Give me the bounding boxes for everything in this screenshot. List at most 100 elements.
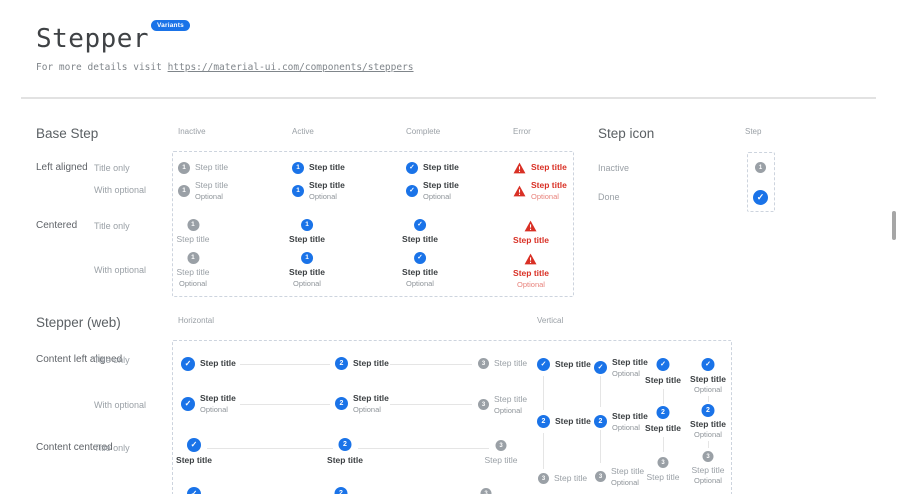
step-item: 1 Step title Optional: [289, 252, 325, 288]
number-step-icon: 1: [178, 185, 190, 197]
step-title: Step title: [690, 420, 726, 430]
step-title: Step title: [353, 394, 389, 404]
number-step-icon: 2: [537, 415, 550, 428]
column-label-horizontal: Horizontal: [178, 317, 214, 325]
step-optional: Optional: [612, 369, 648, 378]
warning-icon: [525, 220, 538, 232]
check-step-icon: ✓: [406, 185, 418, 197]
step-title: Step title: [200, 359, 236, 369]
scrollbar-thumb[interactable]: [892, 211, 896, 240]
variant-label-title-only: Title only: [94, 444, 130, 453]
step-title: Step title: [612, 358, 648, 368]
check-step-icon: ✓: [537, 358, 550, 371]
group-label-centered: Centered: [36, 221, 77, 231]
step-title: Step title: [646, 473, 679, 483]
step-item: 2 Step title Optional: [594, 412, 648, 432]
step-title: Step title: [402, 268, 438, 278]
step-connector: [390, 404, 472, 405]
number-step-icon: 1: [301, 219, 313, 231]
step-optional: Optional: [694, 385, 722, 394]
step-optional: Optional: [694, 476, 722, 485]
subtitle: For more details visit https://material-…: [36, 62, 414, 73]
step-optional: Optional: [406, 279, 434, 288]
stepper-spec-page: Stepper Variants For more details visit …: [0, 0, 900, 494]
number-step-icon: 3: [658, 457, 669, 468]
number-step-icon: 3: [478, 399, 489, 410]
subtitle-link[interactable]: https://material-ui.com/components/stepp…: [168, 62, 414, 73]
step-title: Step title: [309, 163, 345, 173]
step-title: Step title: [327, 456, 363, 466]
step-item: ✓ Step title: [402, 219, 438, 245]
step-item: 3 Step title: [478, 358, 527, 369]
step-connector: [600, 376, 601, 407]
step-title: Step title: [691, 466, 724, 476]
number-step-icon: 1: [292, 162, 304, 174]
column-label-complete: Complete: [406, 128, 440, 136]
step-title: Step title: [645, 376, 681, 386]
step-title: Step title: [531, 163, 567, 173]
step-title: Step title: [353, 359, 389, 369]
step-item: 1 Step title: [178, 162, 228, 174]
column-label-inactive: Inactive: [178, 128, 206, 136]
step-item: ✓ Step title Optional: [181, 394, 236, 414]
step-title: Step title: [611, 467, 644, 477]
step-item: 2 Step title: [335, 357, 389, 370]
step-optional: Optional: [531, 192, 567, 201]
step-title: Step title: [690, 375, 726, 385]
number-step-icon: 3: [538, 473, 549, 484]
step-connector: [543, 376, 544, 410]
variant-label-title-only: Title only: [94, 222, 130, 231]
step-title: Step title: [513, 236, 549, 246]
variant-label-with-optional: With optional: [94, 186, 146, 195]
step-item: ✓ Step title: [406, 162, 459, 174]
section-heading-stepper-web: Stepper (web): [36, 315, 121, 330]
step-connector: [358, 448, 489, 449]
step-title: Step title: [494, 395, 527, 405]
step-optional: Optional: [694, 430, 722, 439]
step-connector: [663, 437, 664, 452]
page-title: Stepper: [36, 24, 149, 54]
check-step-icon: ✓: [702, 358, 715, 371]
column-label-step: Step: [745, 128, 761, 136]
step-item: 2 Step title Optional: [335, 394, 389, 414]
step-item: ✓ Step title Optional: [402, 252, 438, 288]
check-step-icon: ✓: [657, 358, 670, 371]
step-optional: Optional: [517, 280, 545, 289]
step-connector: [663, 389, 664, 404]
step-title: Step title: [176, 268, 209, 278]
check-step-icon: ✓: [187, 438, 201, 452]
step-item: 3 Step title Optional: [595, 467, 644, 487]
step-title: Step title: [484, 456, 517, 466]
number-step-icon: 2: [335, 357, 348, 370]
step-connector: [708, 441, 709, 448]
step-optional: Optional: [611, 478, 644, 487]
group-label-left-aligned: Left aligned: [36, 163, 88, 173]
number-step-icon: 2: [657, 406, 670, 419]
step-title: Step title: [555, 360, 591, 370]
check-step-icon: ✓: [594, 361, 607, 374]
step-title: Step title: [555, 417, 591, 427]
variant-label-title-only: Title only: [94, 164, 130, 173]
step-title: Step title: [195, 181, 228, 191]
step-optional: Optional: [494, 406, 527, 415]
step-connector: [240, 404, 330, 405]
step-title: Step title: [612, 412, 648, 422]
column-label-error: Error: [513, 128, 531, 136]
step-title: Step title: [309, 181, 345, 191]
step-item: 1 Step title Optional: [292, 181, 345, 201]
step-item: Step title Optional: [513, 181, 567, 201]
step-optional: Optional: [195, 192, 228, 201]
number-step-icon: 1: [755, 162, 766, 173]
step-item: ✓ Step title Optional: [594, 358, 648, 378]
step-connector: [390, 364, 472, 365]
step-title: Step title: [423, 163, 459, 173]
step-item: 1 Step title: [176, 219, 209, 245]
step-title: Step title: [494, 359, 527, 369]
number-step-icon: 1: [187, 252, 199, 264]
step-item: 1 Step title: [292, 162, 345, 174]
step-optional: Optional: [179, 279, 207, 288]
step-item: Step title Optional: [513, 253, 549, 289]
check-step-icon: ✓: [414, 219, 426, 231]
number-step-icon: 2: [335, 397, 348, 410]
step-connector: [708, 396, 709, 402]
